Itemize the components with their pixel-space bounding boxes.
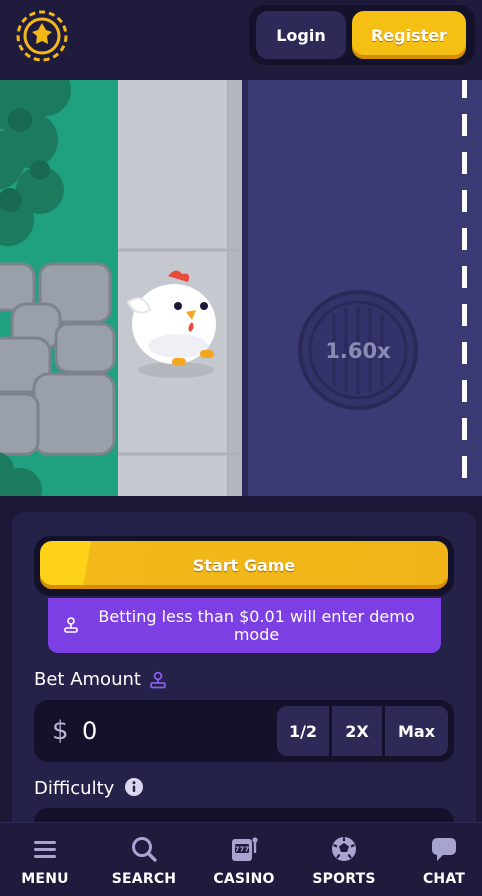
login-button[interactable]: Login bbox=[256, 11, 346, 59]
search-icon bbox=[132, 837, 157, 862]
nav-menu[interactable]: MENU bbox=[10, 823, 80, 896]
multiplier-label: 1.60x bbox=[325, 339, 391, 363]
joystick-icon bbox=[64, 617, 78, 633]
soccer-ball-icon bbox=[332, 837, 356, 861]
info-icon[interactable] bbox=[124, 777, 144, 797]
max-bet-button[interactable]: Max bbox=[385, 706, 448, 756]
nav-search[interactable]: SEARCH bbox=[104, 823, 184, 896]
half-bet-button[interactable]: 1/2 bbox=[277, 706, 329, 756]
bet-amount-input[interactable] bbox=[82, 714, 262, 748]
svg-text:777: 777 bbox=[235, 846, 250, 854]
start-game-button[interactable]: Start Game bbox=[40, 541, 448, 589]
demo-mode-notice: Betting less than $0.01 will enter demo … bbox=[48, 598, 441, 653]
nav-chat-label: CHAT bbox=[422, 871, 466, 887]
logo-icon[interactable] bbox=[14, 8, 70, 64]
register-button[interactable]: Register bbox=[352, 11, 466, 59]
nav-menu-label: MENU bbox=[21, 871, 69, 887]
difficulty-label: Difficulty bbox=[34, 778, 115, 799]
top-header: Login Register bbox=[0, 0, 482, 80]
game-scene[interactable]: 1.60x bbox=[0, 80, 482, 496]
menu-icon bbox=[34, 841, 56, 858]
nav-sports-label: SPORTS bbox=[312, 871, 376, 887]
game-board: 1.60x bbox=[0, 80, 482, 496]
slot-machine-icon: 777 bbox=[232, 837, 258, 861]
stone-path bbox=[0, 262, 116, 456]
bet-amount-label: Bet Amount bbox=[34, 669, 141, 690]
double-bet-button[interactable]: 2X bbox=[332, 706, 382, 756]
chat-bubble-icon bbox=[432, 838, 456, 861]
nav-chat[interactable]: CHAT bbox=[410, 823, 478, 896]
demo-joystick-icon[interactable] bbox=[148, 670, 168, 690]
nav-search-label: SEARCH bbox=[111, 871, 177, 887]
currency-symbol: $ bbox=[52, 716, 69, 746]
bottom-nav: MENU SEARCH 777 CASINO SPORTS CHAT bbox=[0, 822, 482, 896]
nav-sports[interactable]: SPORTS bbox=[304, 823, 384, 896]
nav-casino-label: CASINO bbox=[213, 871, 275, 887]
nav-casino[interactable]: 777 CASINO bbox=[204, 823, 284, 896]
